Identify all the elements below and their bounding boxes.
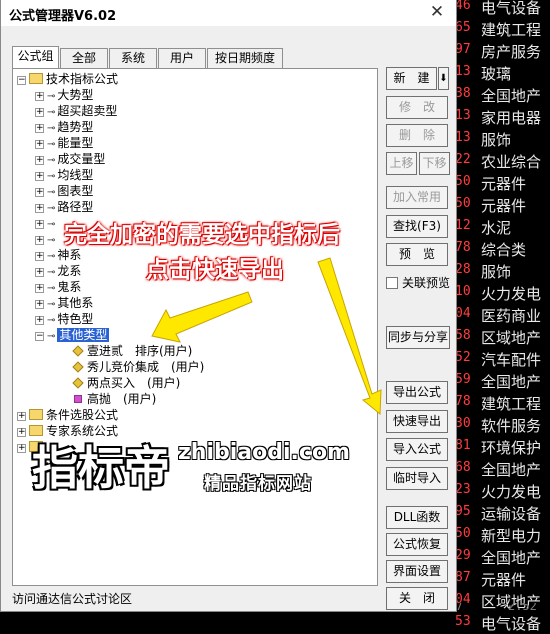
watermark-title: 指标帝 [32,441,170,495]
arrow-to-selected-icon [151,291,253,343]
watermark-url: zhibiaodi.com [178,440,350,465]
watermark-subtitle: 精品指标网站 [204,474,312,494]
annotation-arrows [151,257,382,416]
annotation-line-2: 点击快速导出 [146,257,284,283]
arrow-to-quick-export-icon [317,257,382,416]
annotation-line-1: 完全加密的需要选中指标后 [64,222,340,248]
